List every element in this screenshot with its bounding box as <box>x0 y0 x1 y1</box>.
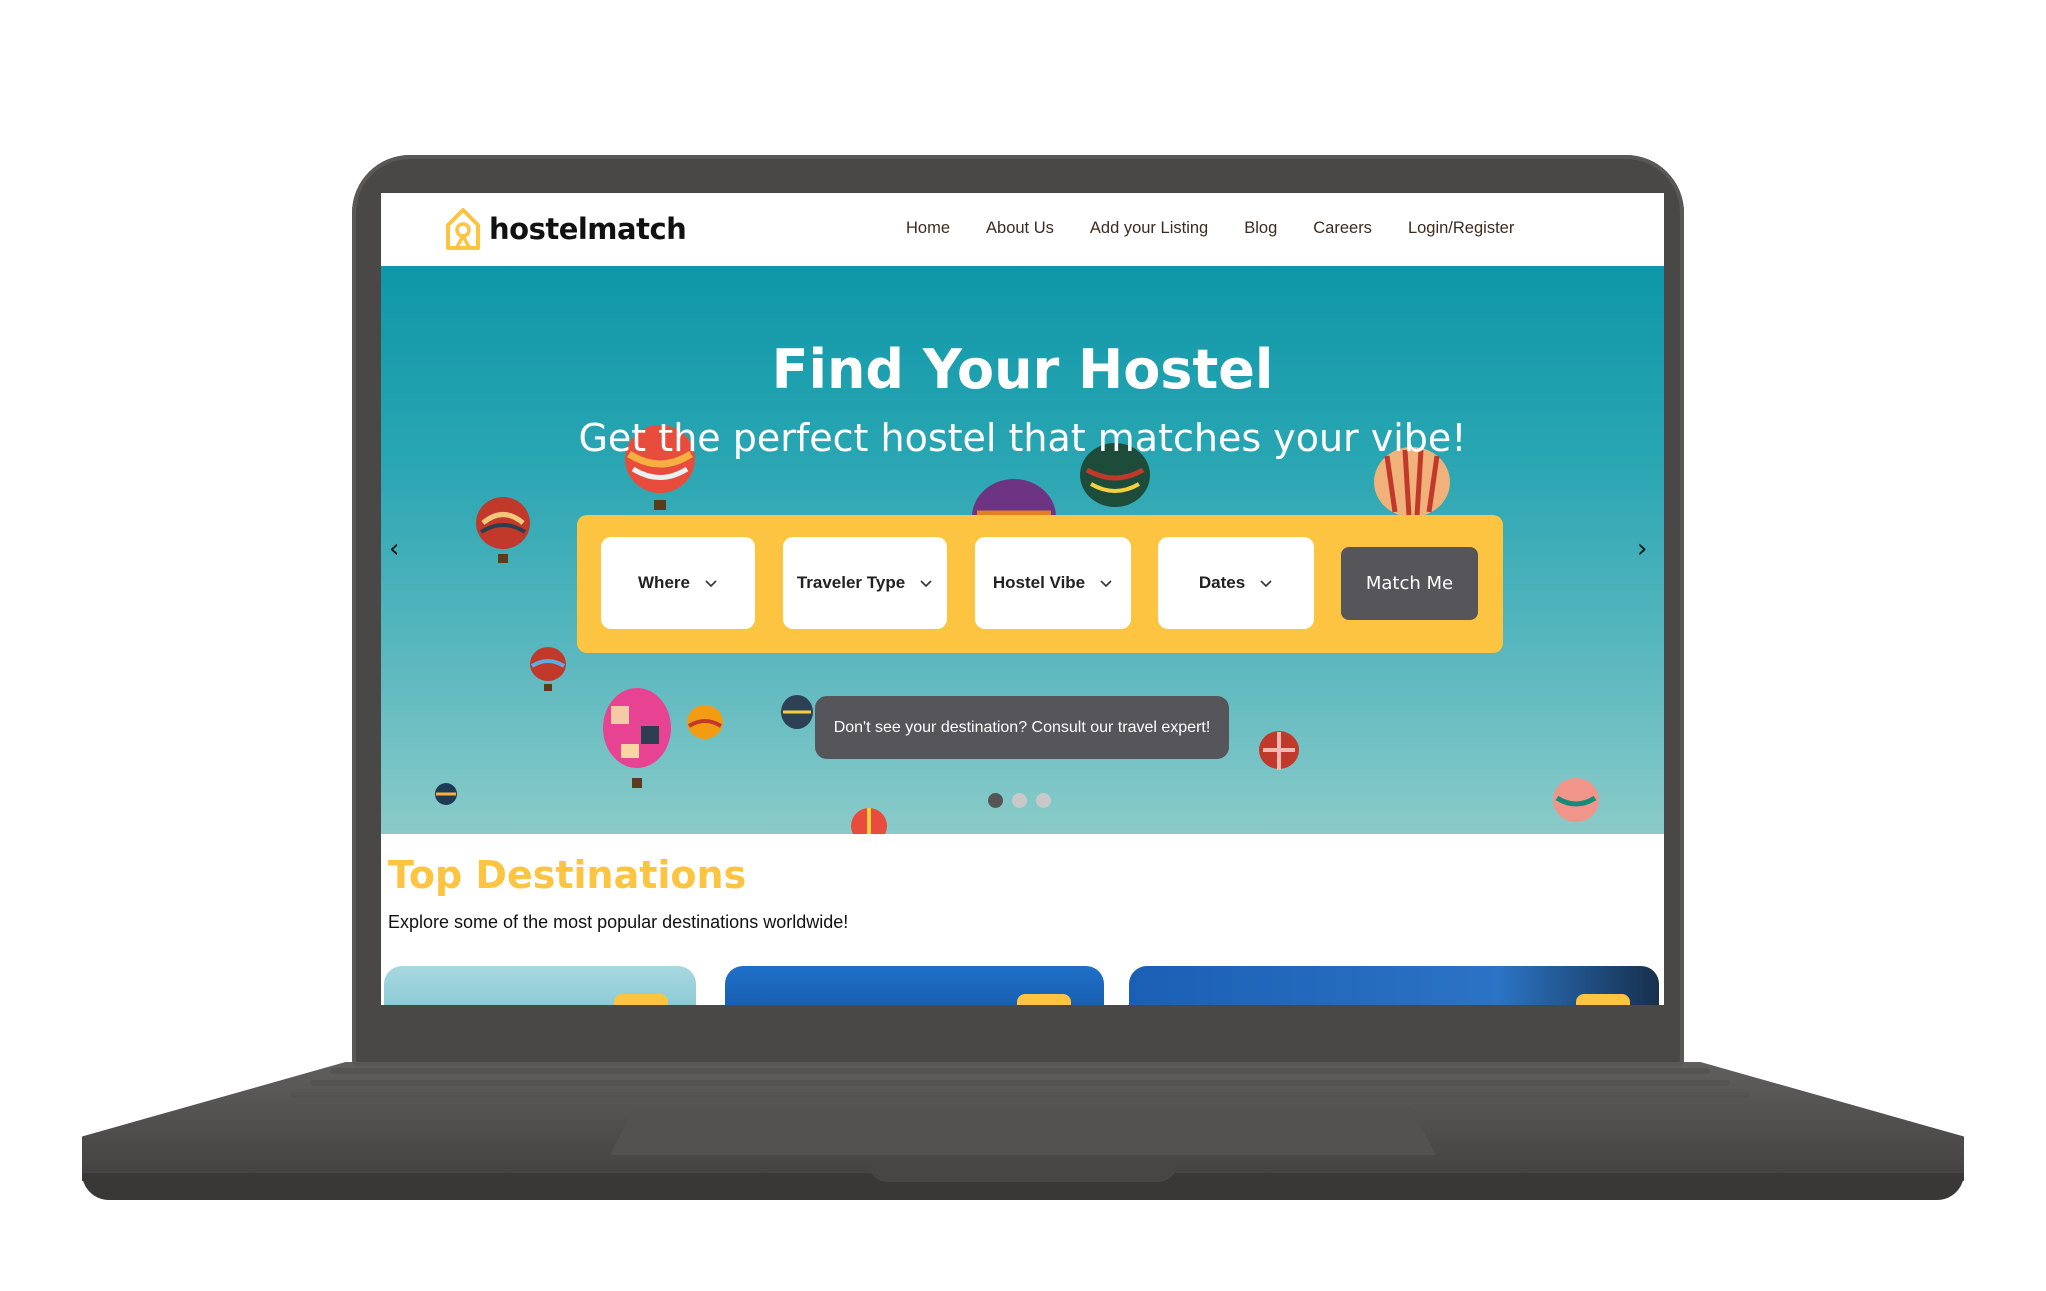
hero-subtitle: Get the perfect hostel that matches your… <box>578 416 1467 460</box>
where-dropdown[interactable]: Where <box>601 537 755 629</box>
nav-blog[interactable]: Blog <box>1244 219 1277 238</box>
keyboard-row <box>290 1092 1750 1098</box>
carousel-dot[interactable] <box>1036 793 1051 808</box>
hero-title: Find Your Hostel <box>771 338 1274 401</box>
laptop-trackpad <box>610 1107 1436 1155</box>
nav-about-us[interactable]: About Us <box>986 219 1054 238</box>
laptop-screen: hostelmatch Home About Us Add your Listi… <box>381 193 1664 1005</box>
carousel-next-arrow[interactable]: › <box>1637 534 1647 564</box>
carousel-dot-active[interactable] <box>988 793 1003 808</box>
carousel-prev-arrow[interactable]: ‹ <box>389 534 399 564</box>
nav-login-register[interactable]: Login/Register <box>1408 219 1514 238</box>
dates-dropdown[interactable]: Dates <box>1158 537 1314 629</box>
balloon-image <box>1259 731 1299 770</box>
balloon-image <box>530 647 566 691</box>
balloon-image <box>476 497 530 563</box>
carousel-indicators <box>988 793 1060 808</box>
consult-expert-button[interactable]: Don't see your destination? Consult our … <box>815 696 1229 759</box>
chevron-down-icon <box>1100 580 1112 588</box>
balloon-image <box>781 695 813 729</box>
carousel-dot[interactable] <box>1012 793 1027 808</box>
house-pin-icon <box>446 208 480 250</box>
destination-card[interactable] <box>1129 966 1659 1005</box>
hostel-vibe-label: Hostel Vibe <box>992 573 1086 592</box>
balloon-image <box>1553 778 1599 822</box>
site-header: hostelmatch Home About Us Add your Listi… <box>381 193 1664 266</box>
hostel-vibe-dropdown[interactable]: Hostel Vibe <box>975 537 1131 629</box>
destination-badge <box>614 994 668 1005</box>
main-nav: Home About Us Add your Listing Blog Care… <box>906 219 1550 238</box>
section-title: Top Destinations <box>388 853 747 897</box>
balloon-image <box>435 783 457 805</box>
destination-badge <box>1576 994 1630 1005</box>
dates-label: Dates <box>1198 573 1246 592</box>
brand-name: hostelmatch <box>489 212 687 246</box>
balloon-image <box>687 705 723 739</box>
traveler-type-label: Traveler Type <box>796 573 906 592</box>
chevron-down-icon <box>920 580 932 588</box>
hero-banner: Find Your Hostel Get the perfect hostel … <box>381 266 1664 834</box>
chevron-down-icon <box>1260 580 1272 588</box>
laptop-notch <box>868 1162 1178 1182</box>
keyboard-row <box>310 1080 1730 1086</box>
balloon-image <box>851 808 887 834</box>
nav-careers[interactable]: Careers <box>1313 219 1372 238</box>
destination-card[interactable] <box>384 966 696 1005</box>
match-me-button[interactable]: Match Me <box>1341 547 1478 620</box>
nav-home[interactable]: Home <box>906 219 950 238</box>
traveler-type-dropdown[interactable]: Traveler Type <box>783 537 947 629</box>
destination-card[interactable] <box>725 966 1104 1005</box>
destination-badge <box>1017 994 1071 1005</box>
where-label: Where <box>638 573 690 592</box>
brand-logo[interactable]: hostelmatch <box>444 206 687 252</box>
keyboard-row <box>330 1068 1710 1074</box>
balloon-image <box>603 688 671 788</box>
chevron-down-icon <box>705 580 717 588</box>
nav-add-listing[interactable]: Add your Listing <box>1090 219 1208 238</box>
section-subtitle: Explore some of the most popular destina… <box>388 912 849 932</box>
hostel-search-panel: Where Traveler Type Hostel Vibe Dates Ma… <box>577 515 1503 653</box>
